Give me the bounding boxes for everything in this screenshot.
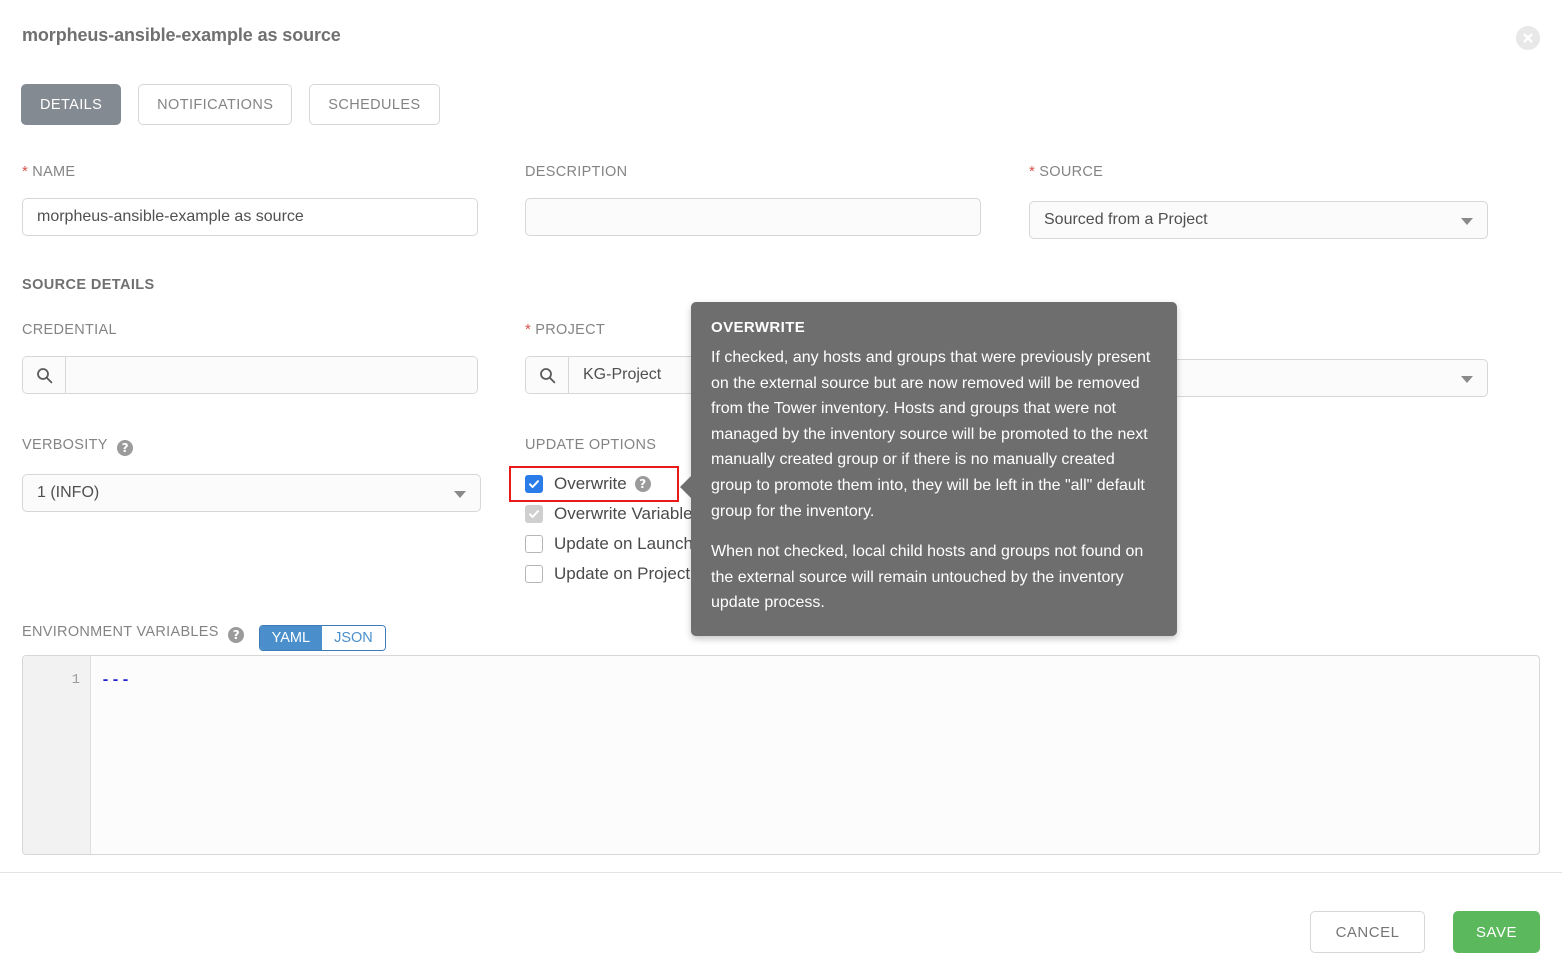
project-label: * PROJECT bbox=[525, 321, 605, 339]
format-toggle: YAML JSON bbox=[259, 625, 386, 651]
update-on-project-update-checkbox[interactable] bbox=[525, 565, 543, 583]
chevron-down-icon bbox=[1461, 376, 1473, 383]
source-details-heading: SOURCE DETAILS bbox=[22, 277, 155, 293]
chevron-down-icon bbox=[454, 491, 466, 498]
chevron-down-icon bbox=[1461, 218, 1473, 225]
credential-input[interactable] bbox=[66, 357, 477, 393]
source-select-value: Sourced from a Project bbox=[1044, 211, 1208, 229]
overwrite-variables-checkbox bbox=[525, 505, 543, 523]
required-marker: * bbox=[22, 163, 28, 180]
editor-gutter: 1 bbox=[23, 656, 91, 854]
overwrite-label: Overwrite bbox=[554, 474, 627, 494]
update-on-launch-label: Update on Launch bbox=[554, 534, 693, 554]
toggle-yaml[interactable]: YAML bbox=[260, 626, 322, 650]
verbosity-value: 1 (INFO) bbox=[37, 484, 99, 502]
environment-variables-editor[interactable]: 1 --- bbox=[22, 655, 1540, 855]
tab-bar: DETAILS NOTIFICATIONS SCHEDULES bbox=[21, 84, 440, 125]
tab-schedules[interactable]: SCHEDULES bbox=[309, 84, 439, 125]
page-title: morpheus-ansible-example as source bbox=[22, 25, 341, 46]
update-on-launch-checkbox[interactable] bbox=[525, 535, 543, 553]
tab-notifications[interactable]: NOTIFICATIONS bbox=[138, 84, 292, 125]
editor-content[interactable]: --- bbox=[91, 656, 1539, 854]
name-label: * NAME bbox=[22, 163, 75, 181]
overwrite-checkbox[interactable] bbox=[525, 475, 543, 493]
tooltip-title: OVERWRITE bbox=[711, 319, 1157, 336]
overwrite-tooltip: OVERWRITE If checked, any hosts and grou… bbox=[691, 302, 1177, 636]
environment-variables-label: ENVIRONMENT VARIABLES ? YAML JSON bbox=[22, 623, 386, 651]
credential-lookup[interactable] bbox=[22, 356, 478, 394]
source-label: * SOURCE bbox=[1029, 163, 1103, 181]
tooltip-paragraph-1: If checked, any hosts and groups that we… bbox=[711, 345, 1157, 524]
update-options-label: UPDATE OPTIONS bbox=[525, 436, 656, 454]
cancel-button[interactable]: CANCEL bbox=[1310, 911, 1425, 953]
source-select[interactable]: Sourced from a Project bbox=[1029, 201, 1488, 239]
tab-details[interactable]: DETAILS bbox=[21, 84, 121, 125]
toggle-json[interactable]: JSON bbox=[322, 626, 385, 650]
tooltip-arrow-icon bbox=[680, 476, 691, 498]
tooltip-paragraph-2: When not checked, local child hosts and … bbox=[711, 539, 1157, 616]
help-icon[interactable]: ? bbox=[635, 476, 651, 492]
description-label: DESCRIPTION bbox=[525, 163, 627, 181]
help-icon[interactable]: ? bbox=[117, 440, 133, 456]
help-icon[interactable]: ? bbox=[228, 627, 244, 643]
save-button[interactable]: SAVE bbox=[1453, 911, 1540, 953]
verbosity-label: VERBOSITY ? bbox=[22, 436, 133, 456]
verbosity-select[interactable]: 1 (INFO) bbox=[22, 474, 481, 512]
inventory-source-form-page: morpheus-ansible-example as source DETAI… bbox=[0, 0, 1562, 976]
required-marker: * bbox=[1029, 163, 1035, 180]
footer-divider bbox=[0, 872, 1562, 873]
description-input[interactable] bbox=[525, 198, 981, 236]
search-icon[interactable] bbox=[23, 357, 66, 393]
name-input[interactable]: morpheus-ansible-example as source bbox=[22, 198, 478, 236]
required-marker: * bbox=[525, 321, 531, 338]
credential-label: CREDENTIAL bbox=[22, 321, 117, 339]
overwrite-variables-label: Overwrite Variables bbox=[554, 504, 701, 524]
close-icon[interactable] bbox=[1516, 26, 1540, 50]
search-icon[interactable] bbox=[526, 357, 569, 393]
